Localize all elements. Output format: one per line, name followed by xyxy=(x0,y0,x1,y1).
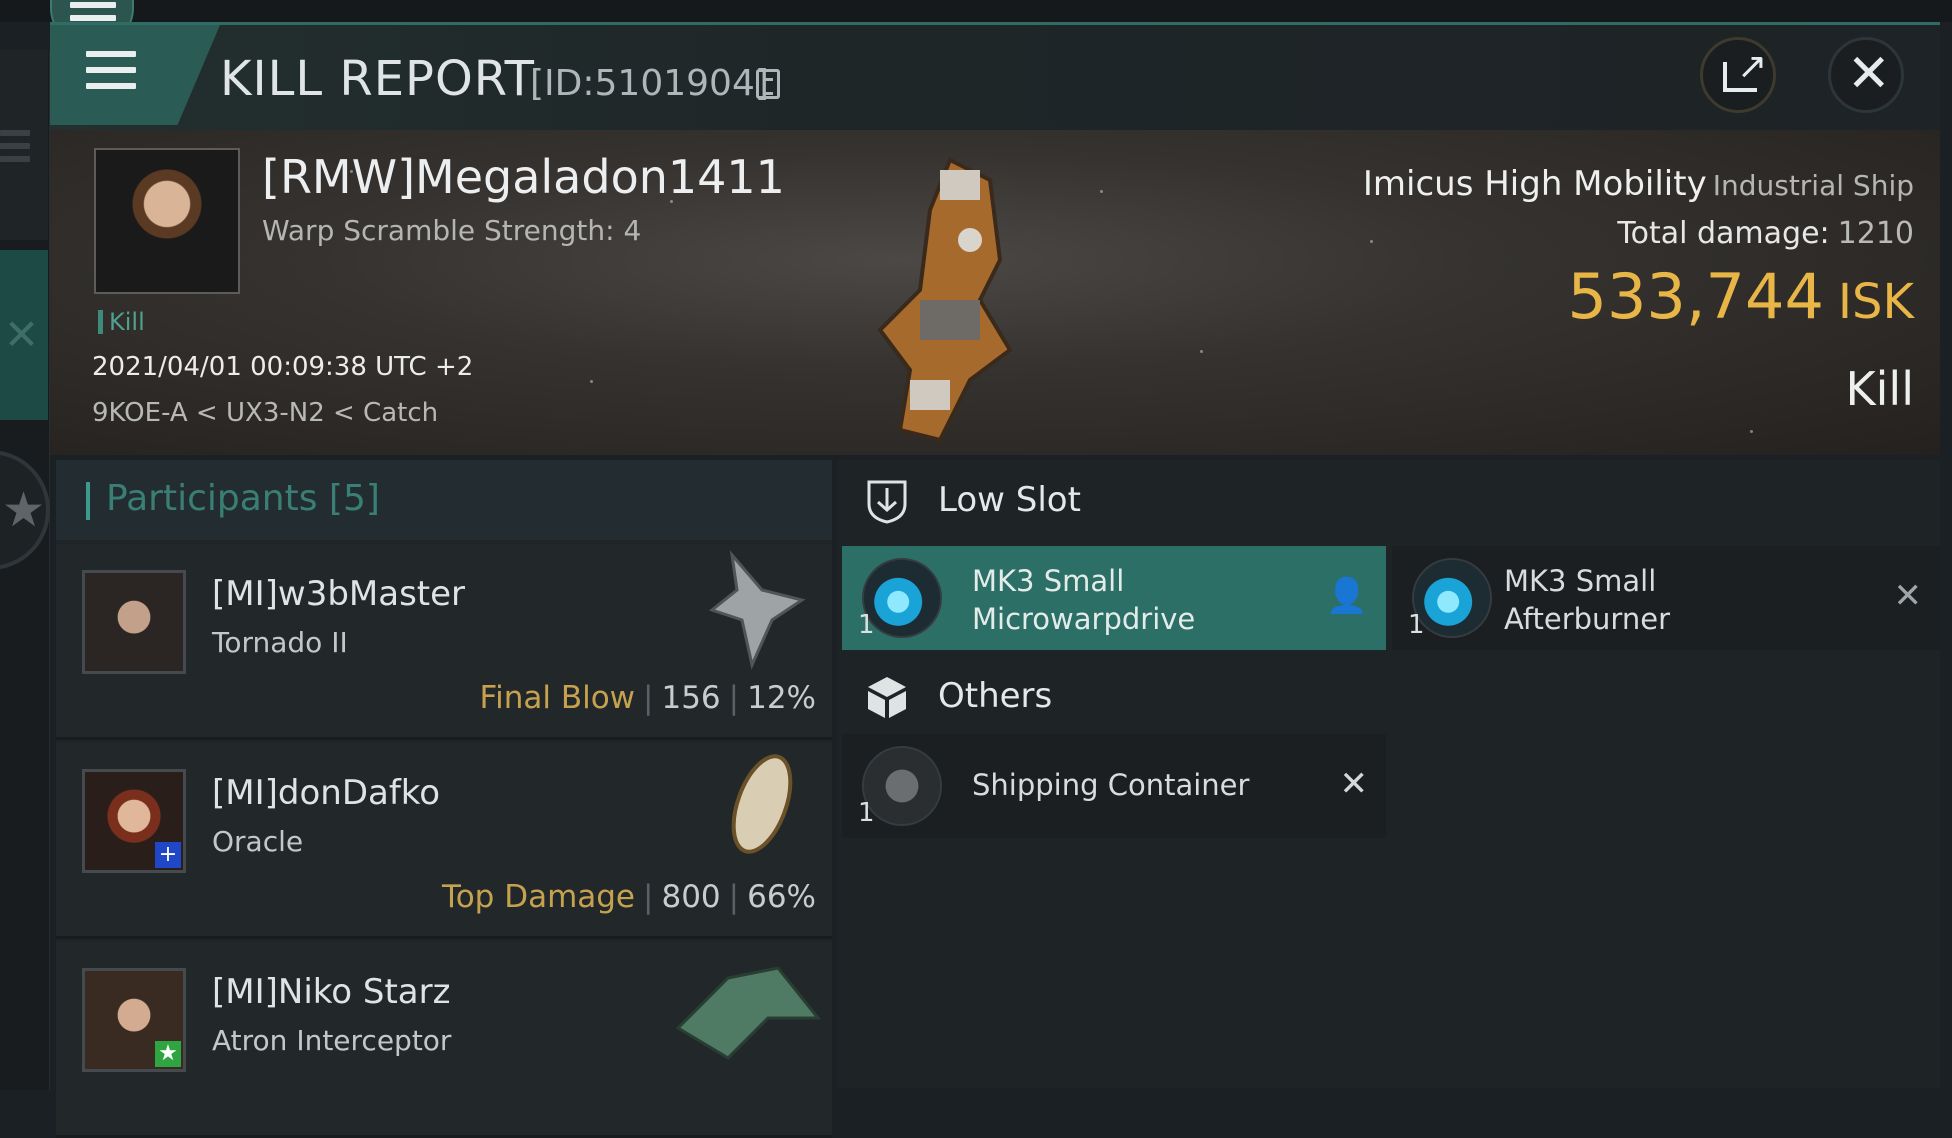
destroyed-x-icon: ✕ xyxy=(1893,576,1923,616)
participant-percent: 66% xyxy=(747,879,816,915)
participant-stats: Final Blow | 156 | 12% xyxy=(479,680,816,716)
victim-name[interactable]: [RMW]Megaladon1411 xyxy=(262,150,785,204)
star-badge-icon: ★ xyxy=(155,1041,181,1067)
kill-result: Kill xyxy=(1845,362,1914,416)
participant-ship-image xyxy=(675,966,822,1060)
participants-title: Participants [5] xyxy=(106,478,380,519)
destroyed-item[interactable]: 1 MK3 Small Afterburner ✕ xyxy=(1392,546,1940,650)
cargo-box-icon xyxy=(868,677,906,718)
ship-name-text: Imicus High Mobility xyxy=(1362,164,1707,204)
kill-report-header: KILL REPORT [ID:5101904] ↗ ✕ xyxy=(50,22,1940,130)
fitting-panel: Low Slot 1 MK3 Small Microwarpdrive 👤 1 … xyxy=(838,460,1940,1088)
participant-stats: Top Damage | 800 | 66% xyxy=(442,879,816,915)
participant-ship: Oracle xyxy=(212,825,304,858)
page-title: KILL REPORT xyxy=(220,51,535,107)
header-accent-bar xyxy=(86,482,90,520)
participant-percent: 12% xyxy=(747,680,816,716)
victim-portrait[interactable] xyxy=(94,148,240,294)
avatar[interactable]: ★ xyxy=(82,968,186,1072)
person-icon[interactable]: 👤 xyxy=(1326,576,1368,616)
item-name: Shipping Container xyxy=(972,768,1250,802)
destroyed-item[interactable]: 1 Shipping Container ✕ xyxy=(842,734,1386,838)
others-label: Others xyxy=(938,676,1053,716)
fitted-item[interactable]: 1 MK3 Small Microwarpdrive 👤 xyxy=(842,546,1386,650)
warp-scramble-strength: Warp Scramble Strength: 4 xyxy=(262,214,642,247)
close-icon: ✕ xyxy=(1847,44,1891,104)
isk-unit: ISK xyxy=(1837,274,1914,330)
participant-row[interactable]: + [MI]donDafko Oracle Top Damage | 800 | 66% xyxy=(56,743,832,939)
top-damage-tag: Top Damage xyxy=(442,879,636,915)
plus-badge-icon: + xyxy=(155,842,181,868)
crossed-swords-icon: ✕ xyxy=(4,310,40,359)
participant-name: [MI]w3bMaster xyxy=(212,574,466,614)
others-header: Others xyxy=(838,656,1940,736)
participant-name: [MI]Niko Starz xyxy=(212,972,451,1012)
participant-ship-image xyxy=(731,754,793,854)
victim-banner: [RMW]Megaladon1411 Warp Scramble Strengt… xyxy=(50,130,1940,455)
kill-datetime: 2021/04/01 00:09:38 UTC +2 xyxy=(92,352,474,382)
item-quantity: 1 xyxy=(858,610,875,640)
participant-row[interactable]: [MI]w3bMaster Tornado II Final Blow | 156 |… xyxy=(56,544,832,740)
participants-header[interactable]: Participants [5] xyxy=(56,460,832,540)
menu-button[interactable] xyxy=(50,25,220,125)
item-quantity: 1 xyxy=(858,798,875,828)
participant-name: [MI]donDafko xyxy=(212,773,441,813)
low-slot-shield-icon xyxy=(867,480,907,524)
participant-ship-image xyxy=(708,550,806,670)
participant-ship: Tornado II xyxy=(212,626,348,659)
star-icon: ★ xyxy=(2,482,46,538)
kill-location[interactable]: 9KOE-A < UX3-N2 < Catch xyxy=(92,398,438,428)
participant-row[interactable]: ★ [MI]Niko Starz Atron Interceptor xyxy=(56,942,832,1138)
ship-class: Industrial Ship xyxy=(1712,169,1914,202)
top-strip xyxy=(0,0,1952,22)
final-blow-tag: Final Blow xyxy=(479,680,636,716)
participant-ship: Atron Interceptor xyxy=(212,1024,452,1057)
side-menu-icon[interactable] xyxy=(0,50,48,240)
copy-icon[interactable] xyxy=(756,69,780,99)
side-tab-active[interactable]: ✕ xyxy=(0,250,48,420)
kill-tag: Kill xyxy=(98,310,145,334)
close-button[interactable]: ✕ xyxy=(1828,37,1904,113)
participant-damage: 800 xyxy=(661,879,721,915)
participants-panel: Participants [5] [MI]w3bMaster Tornado I… xyxy=(56,460,832,1138)
low-slot-header: Low Slot xyxy=(838,460,1940,540)
kill-id: [ID:5101904] xyxy=(530,63,769,104)
total-damage-value: 1210 xyxy=(1837,216,1914,251)
avatar[interactable] xyxy=(82,570,186,674)
item-quantity: 1 xyxy=(1408,610,1425,640)
isk-value: 533,744 ISK xyxy=(1568,260,1915,333)
share-button[interactable]: ↗ xyxy=(1700,37,1776,113)
total-damage: Total damage: 1210 xyxy=(1617,216,1914,251)
low-slot-label: Low Slot xyxy=(938,480,1081,520)
total-damage-label: Total damage: xyxy=(1617,216,1830,251)
avatar[interactable]: + xyxy=(82,769,186,873)
item-name: MK3 Small Afterburner xyxy=(1504,564,1670,636)
victim-ship-image[interactable] xyxy=(870,150,1050,450)
destroyed-x-icon: ✕ xyxy=(1339,764,1369,804)
victim-ship-name[interactable]: Imicus High Mobility Industrial Ship xyxy=(1363,164,1914,204)
isk-amount: 533,744 xyxy=(1567,260,1824,333)
item-name: MK3 Small Microwarpdrive xyxy=(972,564,1196,636)
participant-damage: 156 xyxy=(661,680,721,716)
hamburger-icon xyxy=(86,51,136,99)
arrow-out-icon: ↗ xyxy=(1737,46,1768,87)
